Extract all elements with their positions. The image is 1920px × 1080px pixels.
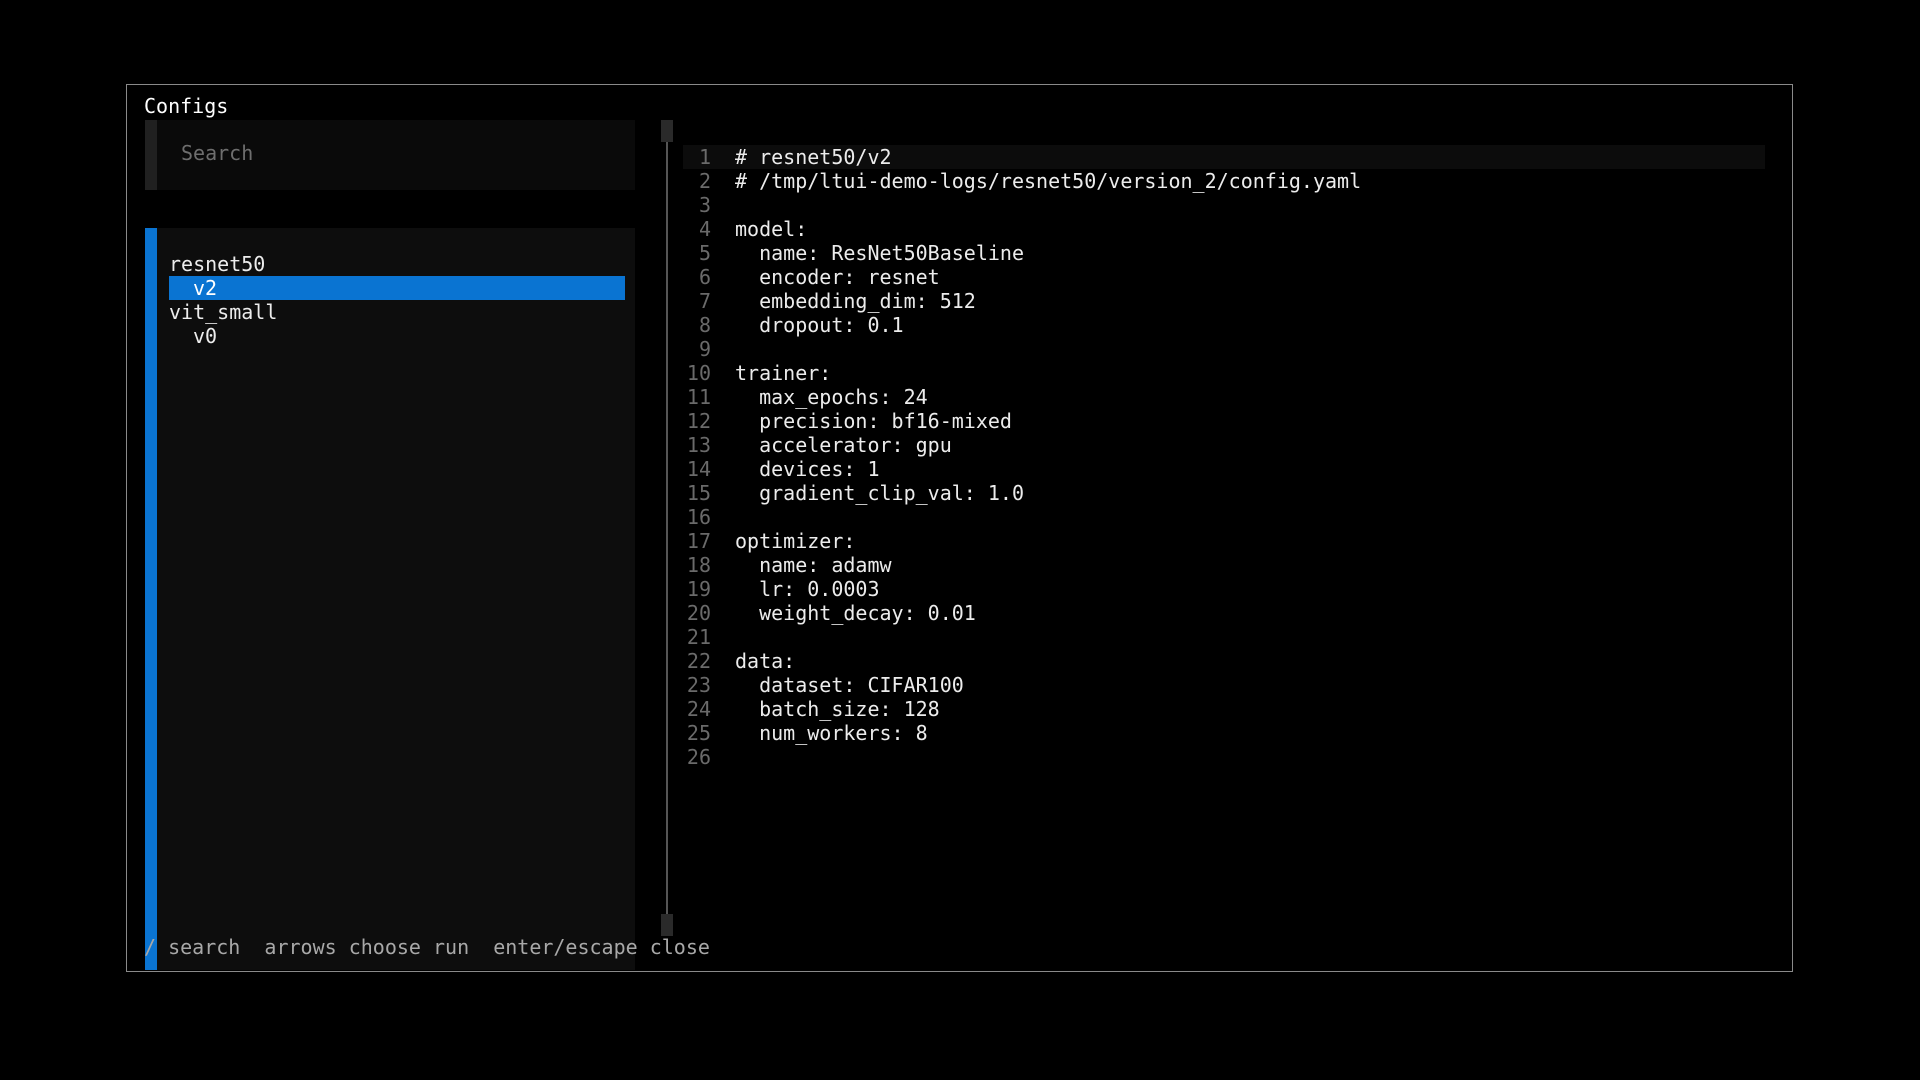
code-line: 11 max_epochs: 24 <box>683 385 1765 409</box>
line-text: lr: 0.0003 <box>735 577 880 601</box>
line-text: optimizer: <box>735 529 856 553</box>
line-text: model: <box>735 217 808 241</box>
code-line: 16 <box>683 505 1765 529</box>
line-text: num_workers: 8 <box>735 721 928 745</box>
line-number: 22 <box>686 649 711 673</box>
code-line: 9 <box>683 337 1765 361</box>
code-line: 19 lr: 0.0003 <box>683 577 1765 601</box>
line-number: 2 <box>698 169 711 193</box>
code-line: 14 devices: 1 <box>683 457 1765 481</box>
line-number: 10 <box>686 361 711 385</box>
line-number: 21 <box>686 625 711 649</box>
code-line: 3 <box>683 193 1765 217</box>
code-line: 18 name: adamw <box>683 553 1765 577</box>
tree-item-run[interactable]: resnet50 <box>169 252 625 276</box>
tree-item-version[interactable]: v2 <box>169 276 625 300</box>
tree-item-version[interactable]: v0 <box>169 324 625 348</box>
line-text: batch_size: 128 <box>735 697 940 721</box>
code-line: 23 dataset: CIFAR100 <box>683 673 1765 697</box>
code-line: 17 optimizer: <box>683 529 1765 553</box>
divider-top-handle <box>661 120 673 142</box>
code-line: 8 dropout: 0.1 <box>683 313 1765 337</box>
modal-title: Configs <box>144 94 229 118</box>
divider-bottom-handle <box>661 914 673 936</box>
line-number: 19 <box>686 577 711 601</box>
code-line: 26 <box>683 745 1765 769</box>
key-hints: / search arrows choose run enter/escape … <box>144 935 710 959</box>
line-text: accelerator: gpu <box>735 433 952 457</box>
line-number: 15 <box>686 481 711 505</box>
code-line: 25 num_workers: 8 <box>683 721 1765 745</box>
line-text: embedding_dim: 512 <box>735 289 976 313</box>
line-text: precision: bf16-mixed <box>735 409 1012 433</box>
line-number: 1 <box>698 145 711 169</box>
line-number: 26 <box>686 745 711 769</box>
run-tree: resnet50 v2 vit_small v0 <box>145 228 635 970</box>
line-text: max_epochs: 24 <box>735 385 928 409</box>
line-number: 16 <box>686 505 711 529</box>
line-number: 3 <box>698 193 711 217</box>
search-box <box>145 120 635 190</box>
line-number: 7 <box>698 289 711 313</box>
line-number: 6 <box>698 265 711 289</box>
code-line: 6 encoder: resnet <box>683 265 1765 289</box>
configs-modal: Configs resnet50v2vit_smallv0 1 # resnet5… <box>126 84 1793 972</box>
line-text: name: ResNet50Baseline <box>735 241 1024 265</box>
line-text: # resnet50/v2 <box>735 145 892 169</box>
line-number: 4 <box>698 217 711 241</box>
tree-item-run[interactable]: vit_small <box>169 300 625 324</box>
code-line: 13 accelerator: gpu <box>683 433 1765 457</box>
line-text: gradient_clip_val: 1.0 <box>735 481 1024 505</box>
line-number: 13 <box>686 433 711 457</box>
pane-divider[interactable] <box>666 120 668 936</box>
line-number: 9 <box>698 337 711 361</box>
code-line: 21 <box>683 625 1765 649</box>
line-number: 8 <box>698 313 711 337</box>
line-number: 12 <box>686 409 711 433</box>
line-number: 14 <box>686 457 711 481</box>
code-line: 10 trainer: <box>683 361 1765 385</box>
line-text: trainer: <box>735 361 832 385</box>
left-pane: resnet50v2vit_smallv0 <box>145 120 635 970</box>
config-viewer[interactable]: 1 # resnet50/v2 2 # /tmp/ltui-demo-logs/res… <box>683 145 1765 769</box>
code-line: 15 gradient_clip_val: 1.0 <box>683 481 1765 505</box>
line-number: 5 <box>698 241 711 265</box>
line-number: 18 <box>686 553 711 577</box>
code-line: 1 # resnet50/v2 <box>683 145 1765 169</box>
line-text: encoder: resnet <box>735 265 940 289</box>
code-line: 7 embedding_dim: 512 <box>683 289 1765 313</box>
code-line: 12 precision: bf16-mixed <box>683 409 1765 433</box>
run-tree-list: resnet50 v2 vit_small v0 <box>169 252 625 348</box>
line-number: 17 <box>686 529 711 553</box>
line-text: # /tmp/ltui-demo-logs/resnet50/version_2… <box>735 169 1362 193</box>
line-number: 11 <box>686 385 711 409</box>
line-number: 24 <box>686 697 711 721</box>
line-text: data: <box>735 649 796 673</box>
code-line: 2 # /tmp/ltui-demo-logs/resnet50/version_… <box>683 169 1765 193</box>
search-focus-stripe <box>145 120 157 190</box>
line-number: 25 <box>686 721 711 745</box>
line-number: 23 <box>686 673 711 697</box>
code-line: 4 model: <box>683 217 1765 241</box>
line-text: name: adamw <box>735 553 892 577</box>
line-text: devices: 1 <box>735 457 880 481</box>
line-text: dropout: 0.1 <box>735 313 904 337</box>
code-line: 24 batch_size: 128 <box>683 697 1765 721</box>
tree-focus-stripe <box>145 228 157 970</box>
code-line: 20 weight_decay: 0.01 <box>683 601 1765 625</box>
search-input[interactable] <box>181 140 601 166</box>
code-line: 5 name: ResNet50Baseline <box>683 241 1765 265</box>
line-text: dataset: CIFAR100 <box>735 673 964 697</box>
line-text: weight_decay: 0.01 <box>735 601 976 625</box>
line-number: 20 <box>686 601 711 625</box>
code-line: 22 data: <box>683 649 1765 673</box>
